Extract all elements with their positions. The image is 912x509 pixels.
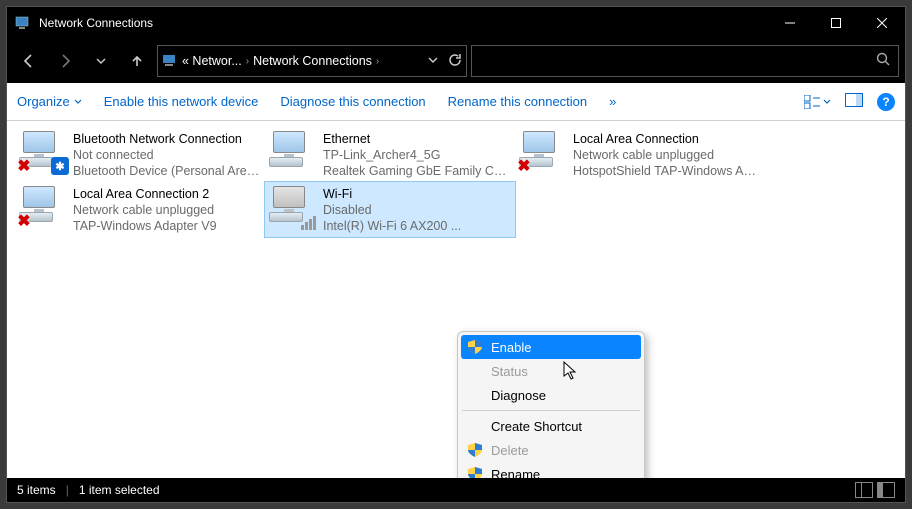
close-button[interactable] <box>859 7 905 39</box>
uac-shield-icon <box>468 443 482 457</box>
recent-dropdown-icon[interactable] <box>85 45 117 77</box>
details-view-button[interactable] <box>855 482 873 498</box>
address-dropdown-icon[interactable] <box>428 54 438 68</box>
adapter-icon <box>269 186 317 228</box>
adapter-lac2[interactable]: ✖ Local Area Connection 2 Network cable … <box>15 182 265 237</box>
breadcrumb-parent[interactable]: « Networ...› <box>182 54 249 68</box>
ctx-rename[interactable]: Rename <box>461 462 641 478</box>
large-icons-view-button[interactable] <box>877 482 895 498</box>
status-bar: 5 items | 1 item selected <box>7 478 905 502</box>
ctx-create-shortcut[interactable]: Create Shortcut <box>461 414 641 438</box>
help-button[interactable]: ? <box>877 93 895 111</box>
adapter-name: Local Area Connection 2 <box>73 186 217 202</box>
separator <box>462 410 640 411</box>
adapter-name: Wi-Fi <box>323 186 461 202</box>
adapter-status: Disabled <box>323 202 461 218</box>
rename-button[interactable]: Rename this connection <box>448 94 587 109</box>
adapter-device: Bluetooth Device (Personal Area ... <box>73 163 261 178</box>
ctx-diagnose[interactable]: Diagnose <box>461 383 641 407</box>
adapter-icon: ✖ ✱ <box>19 131 67 173</box>
ctx-delete: Delete <box>461 438 641 462</box>
window-title: Network Connections <box>39 16 153 30</box>
overflow-button[interactable]: » <box>609 94 616 109</box>
adapter-device: Intel(R) Wi-Fi 6 AX200 ... <box>323 218 461 233</box>
adapter-ethernet[interactable]: Ethernet TP-Link_Archer4_5G Realtek Gami… <box>265 127 515 182</box>
adapter-icon <box>269 131 317 173</box>
search-box[interactable] <box>471 45 899 77</box>
adapter-wifi[interactable]: Wi-Fi Disabled Intel(R) Wi-Fi 6 AX200 ..… <box>265 182 515 237</box>
navigation-bar: « Networ...› Network Connections› <box>7 39 905 83</box>
adapter-name: Local Area Connection <box>573 131 761 147</box>
breadcrumb-current[interactable]: Network Connections› <box>253 54 379 68</box>
item-count: 5 items <box>17 483 56 497</box>
location-icon <box>162 52 178 71</box>
adapter-device: TAP-Windows Adapter V9 <box>73 218 217 233</box>
ctx-enable[interactable]: Enable <box>461 335 641 359</box>
refresh-button[interactable] <box>448 53 462 70</box>
ctx-status: Status <box>461 359 641 383</box>
adapter-bluetooth[interactable]: ✖ ✱ Bluetooth Network Connection Not con… <box>15 127 265 182</box>
adapter-name: Ethernet <box>323 131 511 147</box>
adapter-status: Not connected <box>73 147 261 163</box>
unplugged-x-icon: ✖ <box>15 212 33 230</box>
uac-shield-icon <box>468 467 482 478</box>
enable-device-button[interactable]: Enable this network device <box>104 94 259 109</box>
context-menu: Enable Status Diagnose Create Shortcut D… <box>457 331 645 478</box>
unplugged-x-icon: ✖ <box>515 157 533 175</box>
disabled-x-icon: ✖ <box>15 157 33 175</box>
address-bar[interactable]: « Networ...› Network Connections› <box>157 45 467 77</box>
adapter-lac[interactable]: ✖ Local Area Connection Network cable un… <box>515 127 765 182</box>
adapter-device: Realtek Gaming GbE Family Contr... <box>323 163 511 178</box>
bluetooth-overlay-icon: ✱ <box>51 157 69 175</box>
selection-count: 1 item selected <box>79 483 160 497</box>
content-area[interactable]: ✖ ✱ Bluetooth Network Connection Not con… <box>7 121 905 478</box>
forward-button[interactable] <box>49 45 81 77</box>
adapter-device: HotspotShield TAP-Windows Ada... <box>573 163 761 178</box>
adapter-status: Network cable unplugged <box>73 202 217 218</box>
titlebar: Network Connections <box>7 7 905 39</box>
explorer-window: Network Connections « Networ...› Network… <box>6 6 906 503</box>
organize-menu[interactable]: Organize <box>17 94 82 109</box>
maximize-button[interactable] <box>813 7 859 39</box>
back-button[interactable] <box>13 45 45 77</box>
up-button[interactable] <box>121 45 153 77</box>
diagnose-button[interactable]: Diagnose this connection <box>280 94 425 109</box>
adapter-icon: ✖ <box>519 131 567 173</box>
view-options-button[interactable] <box>804 95 831 109</box>
app-icon <box>15 15 31 31</box>
preview-pane-button[interactable] <box>845 93 863 110</box>
adapter-icon: ✖ <box>19 186 67 228</box>
command-bar: Organize Enable this network device Diag… <box>7 83 905 121</box>
minimize-button[interactable] <box>767 7 813 39</box>
adapter-name: Bluetooth Network Connection <box>73 131 261 147</box>
wifi-bars-icon <box>301 212 319 230</box>
adapter-status: TP-Link_Archer4_5G <box>323 147 511 163</box>
search-icon <box>876 52 890 71</box>
adapter-status: Network cable unplugged <box>573 147 761 163</box>
uac-shield-icon <box>468 340 482 354</box>
